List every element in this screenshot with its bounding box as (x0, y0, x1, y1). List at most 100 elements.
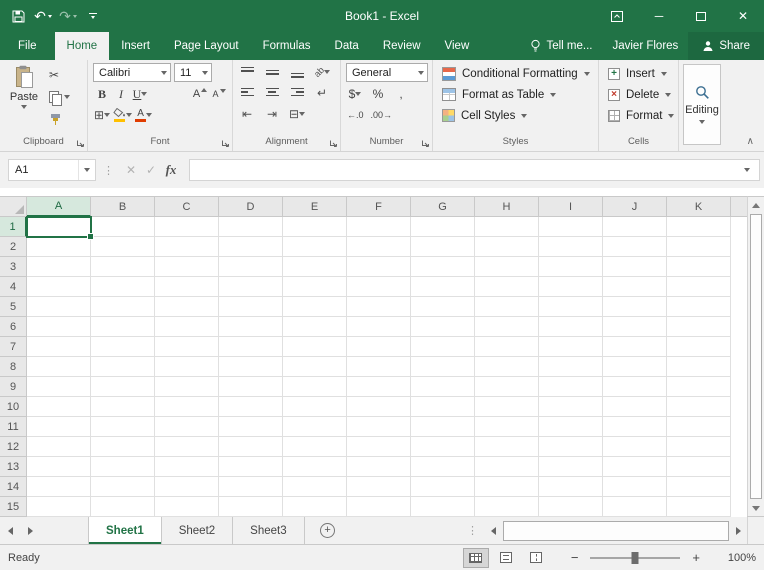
cell-E5[interactable] (283, 297, 347, 317)
formula-bar-expand-button[interactable] (739, 160, 755, 180)
cell-J7[interactable] (603, 337, 667, 357)
row-header-6[interactable]: 6 (0, 317, 27, 337)
cell-K10[interactable] (667, 397, 731, 417)
cell-B13[interactable] (91, 457, 155, 477)
delete-cells-button[interactable]: × Delete (603, 84, 674, 105)
cell-I14[interactable] (539, 477, 603, 497)
cell-J9[interactable] (603, 377, 667, 397)
cell-I9[interactable] (539, 377, 603, 397)
column-header-E[interactable]: E (283, 197, 347, 217)
row-header-4[interactable]: 4 (0, 277, 27, 297)
horizontal-scroll-thumb[interactable] (503, 521, 729, 541)
cell-E1[interactable] (283, 217, 347, 237)
font-name-select[interactable]: Calibri (93, 63, 171, 82)
cell-D14[interactable] (219, 477, 283, 497)
merge-center-button[interactable]: ⊟ (288, 105, 306, 123)
cell-D4[interactable] (219, 277, 283, 297)
orientation-button[interactable]: ab (313, 63, 331, 81)
column-header-K[interactable]: K (667, 197, 731, 217)
normal-view-button[interactable] (463, 548, 489, 568)
row-header-15[interactable]: 15 (0, 497, 27, 517)
cell-B5[interactable] (91, 297, 155, 317)
editing-group-button[interactable]: Editing (683, 64, 721, 145)
cell-F7[interactable] (347, 337, 411, 357)
cell-D5[interactable] (219, 297, 283, 317)
cell-C2[interactable] (155, 237, 219, 257)
cell-G10[interactable] (411, 397, 475, 417)
cell-F6[interactable] (347, 317, 411, 337)
customize-quick-access-button[interactable] (81, 4, 105, 28)
cell-D1[interactable] (219, 217, 283, 237)
italic-button[interactable]: I (112, 85, 130, 103)
cell-J12[interactable] (603, 437, 667, 457)
cell-styles-button[interactable]: Cell Styles (437, 105, 594, 126)
cell-J4[interactable] (603, 277, 667, 297)
cell-H13[interactable] (475, 457, 539, 477)
cell-I11[interactable] (539, 417, 603, 437)
sheet-tab-sheet2[interactable]: Sheet2 (162, 517, 233, 544)
row-header-10[interactable]: 10 (0, 397, 27, 417)
zoom-level[interactable]: 100% (716, 552, 756, 564)
cell-J1[interactable] (603, 217, 667, 237)
cell-F14[interactable] (347, 477, 411, 497)
cell-G1[interactable] (411, 217, 475, 237)
cell-G6[interactable] (411, 317, 475, 337)
column-header-A[interactable]: A (27, 197, 91, 217)
name-box[interactable]: A1 (8, 159, 96, 181)
cell-H3[interactable] (475, 257, 539, 277)
cell-K15[interactable] (667, 497, 731, 517)
cell-D12[interactable] (219, 437, 283, 457)
zoom-in-button[interactable]: + (688, 550, 704, 565)
cell-A15[interactable] (27, 497, 91, 517)
cell-H6[interactable] (475, 317, 539, 337)
cell-K14[interactable] (667, 477, 731, 497)
row-header-9[interactable]: 9 (0, 377, 27, 397)
cell-C14[interactable] (155, 477, 219, 497)
formula-input[interactable] (189, 159, 760, 181)
fill-color-button[interactable] (112, 106, 133, 124)
cell-E10[interactable] (283, 397, 347, 417)
next-sheet-button[interactable] (20, 517, 40, 544)
row-header-1[interactable]: 1 (0, 217, 27, 237)
page-break-view-button[interactable] (523, 548, 549, 568)
cell-A9[interactable] (27, 377, 91, 397)
cell-F12[interactable] (347, 437, 411, 457)
cell-G5[interactable] (411, 297, 475, 317)
cell-J3[interactable] (603, 257, 667, 277)
cell-A11[interactable] (27, 417, 91, 437)
cell-J8[interactable] (603, 357, 667, 377)
new-sheet-button[interactable]: + (315, 517, 341, 544)
cell-A2[interactable] (27, 237, 91, 257)
cell-G8[interactable] (411, 357, 475, 377)
cell-J10[interactable] (603, 397, 667, 417)
cell-B14[interactable] (91, 477, 155, 497)
cell-F11[interactable] (347, 417, 411, 437)
cut-button[interactable]: ✂ (49, 66, 70, 84)
underline-button[interactable]: U (131, 85, 149, 103)
cell-K6[interactable] (667, 317, 731, 337)
cell-I10[interactable] (539, 397, 603, 417)
tab-view[interactable]: View (433, 32, 482, 60)
row-header-12[interactable]: 12 (0, 437, 27, 457)
cell-D13[interactable] (219, 457, 283, 477)
tab-review[interactable]: Review (371, 32, 433, 60)
bottom-align-button[interactable] (288, 63, 306, 81)
number-dialog-launcher[interactable] (420, 138, 430, 148)
tab-formulas[interactable]: Formulas (251, 32, 323, 60)
cell-G11[interactable] (411, 417, 475, 437)
cell-G4[interactable] (411, 277, 475, 297)
cell-C12[interactable] (155, 437, 219, 457)
cell-I4[interactable] (539, 277, 603, 297)
cell-H4[interactable] (475, 277, 539, 297)
cell-F4[interactable] (347, 277, 411, 297)
collapse-ribbon-button[interactable]: ∧ (747, 136, 754, 147)
cell-K4[interactable] (667, 277, 731, 297)
cell-C3[interactable] (155, 257, 219, 277)
cell-C10[interactable] (155, 397, 219, 417)
cell-A7[interactable] (27, 337, 91, 357)
cell-E11[interactable] (283, 417, 347, 437)
cell-K2[interactable] (667, 237, 731, 257)
share-button[interactable]: Share (688, 32, 764, 60)
cell-J5[interactable] (603, 297, 667, 317)
row-header-2[interactable]: 2 (0, 237, 27, 257)
